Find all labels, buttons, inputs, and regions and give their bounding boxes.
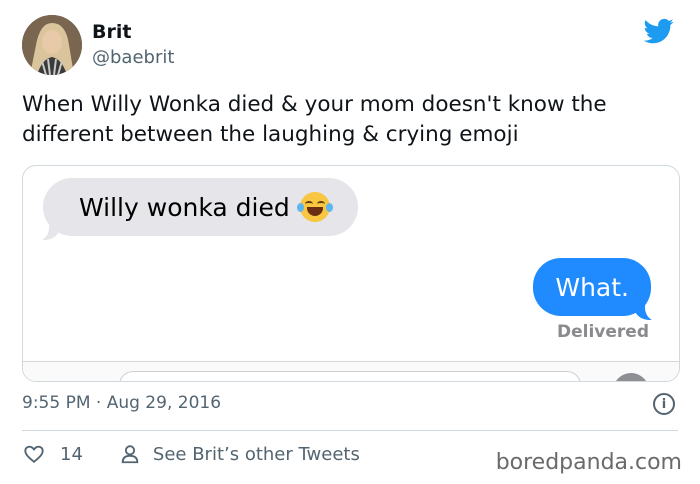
message-input-bar — [23, 361, 679, 381]
watermark: boredpanda.com — [495, 450, 682, 475]
twitter-bird-icon[interactable] — [642, 16, 676, 46]
tweet-media[interactable]: Willy wonka died What. Delivered — [22, 165, 680, 382]
send-button-icon — [613, 373, 649, 381]
author-name[interactable]: Brit — [92, 21, 131, 43]
author-handle[interactable]: @baebrit — [92, 47, 174, 68]
person-icon[interactable] — [119, 443, 141, 465]
message-input-field — [119, 371, 581, 381]
incoming-message-text: Willy wonka died — [79, 192, 290, 222]
divider — [22, 430, 678, 431]
tweet-timestamp[interactable]: 9:55 PM · Aug 29, 2016 — [22, 393, 221, 413]
face-with-tears-of-joy-icon — [296, 192, 333, 222]
heart-icon[interactable] — [22, 443, 46, 465]
avatar[interactable] — [22, 15, 82, 75]
see-other-tweets-link[interactable]: See Brit’s other Tweets — [153, 444, 360, 465]
outgoing-message-bubble: What. — [533, 258, 651, 316]
outgoing-message-text: What. — [555, 272, 629, 302]
delivered-status: Delivered — [557, 322, 649, 342]
incoming-message-bubble: Willy wonka died — [43, 178, 358, 236]
like-count[interactable]: 14 — [60, 444, 83, 465]
tweet-actions: 14 See Brit’s other Tweets — [22, 443, 360, 465]
tweet-text: When Willy Wonka died & your mom doesn't… — [22, 92, 607, 147]
info-icon[interactable]: i — [653, 393, 675, 415]
